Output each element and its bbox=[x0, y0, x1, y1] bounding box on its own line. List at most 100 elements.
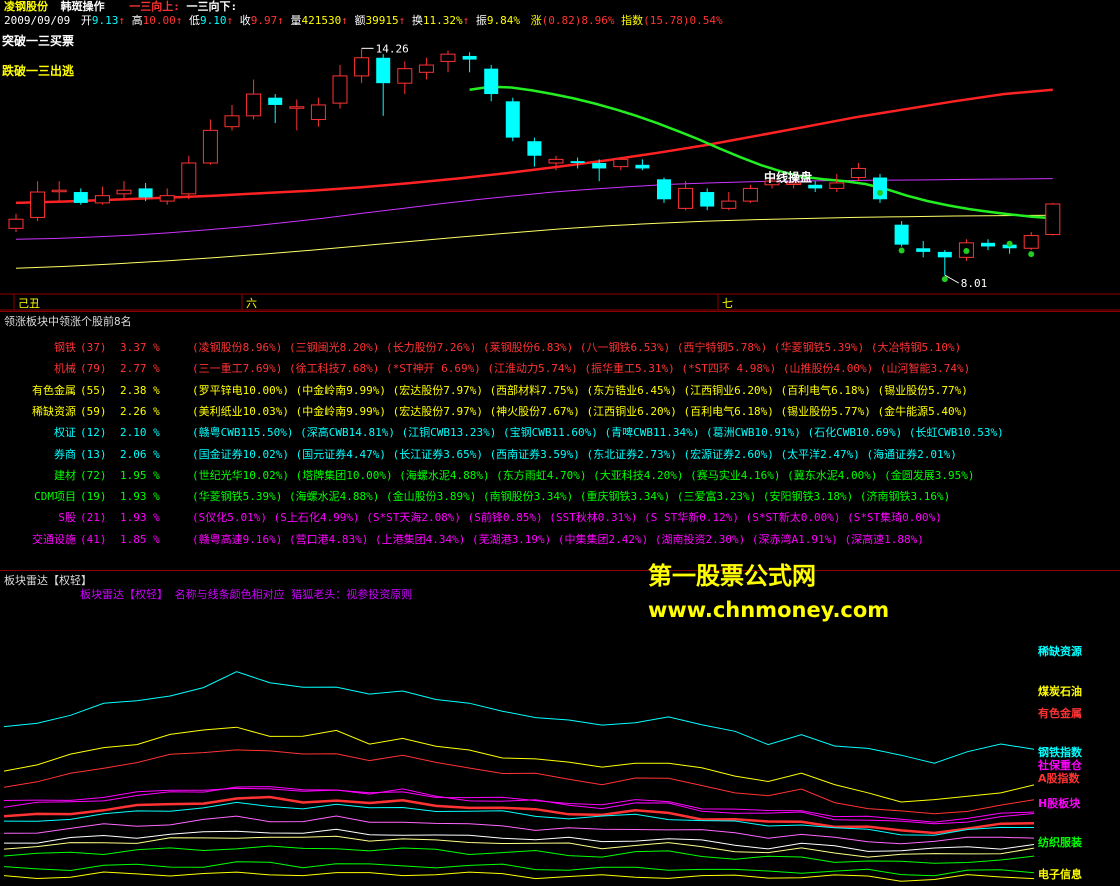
sector-row[interactable]: 钢铁 (37) 3.37 % (凌钢股份8.96%) (三钢闽光8.20%) (长力股… bbox=[0, 337, 1120, 358]
sector-leading-stocks[interactable]: (赣粤高速9.16%) (营口港4.83%) (上港集团4.34%) (芜湖港3… bbox=[192, 529, 924, 550]
open-value: 9.13 bbox=[91, 14, 119, 27]
radar-sector-label[interactable]: A股指数 bbox=[1038, 770, 1080, 786]
candle-body bbox=[181, 162, 197, 195]
candlestick bbox=[181, 155, 197, 200]
candle-body bbox=[376, 57, 391, 84]
candle-body bbox=[51, 189, 67, 193]
candlestick bbox=[527, 137, 542, 167]
candle-body bbox=[613, 158, 629, 168]
sector-leading-stocks[interactable]: (赣粤CWB115.50%) (深高CWB14.81%) (江铜CWB13.23… bbox=[192, 422, 1004, 443]
candle-body bbox=[224, 115, 240, 128]
low-value: 9.10 bbox=[199, 14, 227, 27]
candle-body bbox=[73, 192, 88, 203]
candle-body bbox=[548, 158, 564, 164]
candlestick bbox=[850, 163, 866, 182]
sector-leading-stocks[interactable]: (S仪化5.01%) (S上石化4.99%) (S*ST天海2.08%) (S前… bbox=[192, 507, 942, 528]
up-arrow-icon: ↑ bbox=[462, 14, 470, 27]
candlestick bbox=[981, 239, 995, 251]
sector-change: 2.77 % bbox=[120, 362, 160, 376]
candlestick bbox=[268, 94, 283, 124]
sector-name[interactable]: 交通设施 bbox=[32, 529, 76, 550]
sector-name[interactable]: 钢铁 bbox=[54, 337, 76, 358]
signal-dot bbox=[1006, 240, 1013, 247]
sector-change: 2.10 % bbox=[120, 426, 160, 440]
sector-row[interactable]: CDM项目 (19) 1.93 % (华菱钢铁5.39%) (海螺水泥4.88%) (… bbox=[0, 486, 1120, 507]
radar-sector-label[interactable]: 有色金属 bbox=[1038, 705, 1082, 721]
sector-row[interactable]: 建材 (72) 1.95 % (世纪光华10.02%) (塔牌集团10.00%) (海… bbox=[0, 465, 1120, 486]
radar-series-line bbox=[3, 861, 1035, 877]
sector-name[interactable]: 机械 bbox=[54, 358, 76, 379]
sector-change: 3.37 % bbox=[120, 341, 160, 354]
sector-row[interactable]: 券商 (13) 2.06 % (国金证券10.02%) (国元证券4.47%) (长江… bbox=[0, 444, 1120, 465]
candlestick bbox=[202, 119, 218, 165]
candlestick bbox=[8, 213, 24, 232]
kline-chart[interactable]: 14.26 8.01 中线操盘己丑 六 七 bbox=[0, 28, 1120, 312]
time-label: 己丑 bbox=[18, 297, 40, 310]
candle-body bbox=[310, 104, 326, 120]
radar-sector-label[interactable]: 煤炭石油 bbox=[1038, 683, 1082, 699]
turnover-value: 11.32% bbox=[422, 14, 463, 27]
up-arrow-icon: ↑ bbox=[277, 14, 284, 27]
candlestick bbox=[376, 54, 391, 116]
sector-leading-stocks[interactable]: (三一重工7.69%) (徐工科技7.68%) (*ST神开 6.69%) (江… bbox=[192, 358, 970, 379]
candle-body bbox=[721, 200, 737, 209]
candlestick bbox=[916, 241, 931, 258]
panel-divider bbox=[0, 570, 1120, 571]
sector-leading-stocks[interactable]: (罗平锌电10.00%) (中金岭南9.99%) (宏达股份7.97%) (西部… bbox=[192, 380, 968, 401]
panel-divider bbox=[0, 311, 1120, 312]
candlestick bbox=[159, 188, 175, 205]
mid-line-label: 中线操盘 bbox=[764, 169, 812, 184]
candle-body bbox=[202, 129, 218, 164]
close-label: 收 bbox=[239, 14, 251, 27]
candle-body bbox=[678, 187, 694, 209]
sector-leading-stocks[interactable]: (凌钢股份8.96%) (三钢闽光8.20%) (长力股份7.26%) (莱钢股… bbox=[192, 337, 961, 358]
radar-sector-label[interactable]: 电子信息 bbox=[1038, 866, 1082, 882]
candle-body bbox=[397, 68, 413, 84]
sector-name[interactable]: 稀缺资源 bbox=[32, 401, 76, 422]
sector-row[interactable]: 权证 (12) 2.10 % (赣粤CWB115.50%) (深高CWB14.81%)… bbox=[0, 422, 1120, 443]
radar-sector-label[interactable]: 稀缺资源 bbox=[1038, 643, 1082, 659]
sector-name[interactable]: 有色金属 bbox=[32, 380, 76, 401]
sector-count: (55) bbox=[80, 383, 107, 397]
radar-sector-label[interactable]: 纺织服装 bbox=[1038, 834, 1082, 850]
radar-sector-label[interactable]: H股板块 bbox=[1038, 795, 1080, 811]
sector-leading-stocks[interactable]: (国金证券10.02%) (国元证券4.47%) (长江证券3.65%) (西南… bbox=[192, 444, 957, 465]
sector-row[interactable]: S股 (21) 1.93 % (S仪化5.01%) (S上石化4.99%) (S*ST… bbox=[0, 507, 1120, 528]
candle-body bbox=[657, 179, 671, 200]
title-bar: 凌钢股份 韩斑操作 一三向上: 一三向下: bbox=[4, 0, 237, 14]
sector-row[interactable]: 交通设施 (41) 1.85 % (赣粤高速9.16%) (营口港4.83%) (上港… bbox=[0, 529, 1120, 550]
sector-row[interactable]: 机械 (79) 2.77 % (三一重工7.69%) (徐工科技7.68%) (*ST… bbox=[0, 358, 1120, 379]
change-value: (0.82)8.96% bbox=[541, 14, 615, 27]
candle-body bbox=[981, 242, 995, 247]
ma-green-line bbox=[469, 85, 1053, 220]
signal-down-label: 一三向下: bbox=[186, 0, 238, 13]
sector-name[interactable]: 建材 bbox=[54, 465, 76, 486]
volume-label: 量 bbox=[290, 14, 302, 27]
sector-leading-stocks[interactable]: (美利纸业10.03%) (中金岭南9.99%) (宏达股份7.97%) (神火… bbox=[192, 401, 968, 422]
sector-name[interactable]: CDM项目 bbox=[34, 486, 76, 507]
sector-count: (37) bbox=[80, 341, 107, 354]
sector-leading-stocks[interactable]: (华菱钢铁5.39%) (海螺水泥4.88%) (金山股份3.89%) (南钢股… bbox=[192, 486, 950, 507]
sell-signal-label: 跌破一三出逃 bbox=[2, 64, 75, 78]
candle-body bbox=[1045, 203, 1061, 235]
sector-row[interactable]: 稀缺资源 (59) 2.26 % (美利纸业10.03%) (中金岭南9.99%) (… bbox=[0, 401, 1120, 422]
signal-dot bbox=[941, 276, 948, 283]
candle-body bbox=[246, 93, 262, 117]
quote-bar: 2009/09/09 开9.13↑ 高10.00↑ 低9.10↑ 收9.97↑ … bbox=[4, 14, 723, 28]
candlestick bbox=[224, 104, 240, 131]
candle-body bbox=[138, 188, 153, 198]
sector-name[interactable]: S股 bbox=[58, 507, 76, 528]
sector-count: (21) bbox=[80, 511, 107, 525]
candle-body bbox=[570, 161, 585, 163]
candlestick bbox=[332, 65, 348, 109]
sector-row[interactable]: 有色金属 (55) 2.38 % (罗平锌电10.00%) (中金岭南9.99%) (… bbox=[0, 380, 1120, 401]
radar-chart[interactable] bbox=[0, 600, 1040, 886]
sector-leading-stocks[interactable]: (世纪光华10.02%) (塔牌集团10.00%) (海螺水泥4.88%) (东… bbox=[192, 465, 974, 486]
sector-name[interactable]: 权证 bbox=[54, 422, 76, 443]
candle-body bbox=[94, 195, 110, 204]
candlestick bbox=[51, 181, 67, 202]
candle-body bbox=[894, 224, 909, 245]
stock-name[interactable]: 凌钢股份 bbox=[4, 0, 48, 13]
candlestick bbox=[310, 97, 326, 127]
sector-name[interactable]: 券商 bbox=[54, 444, 76, 465]
